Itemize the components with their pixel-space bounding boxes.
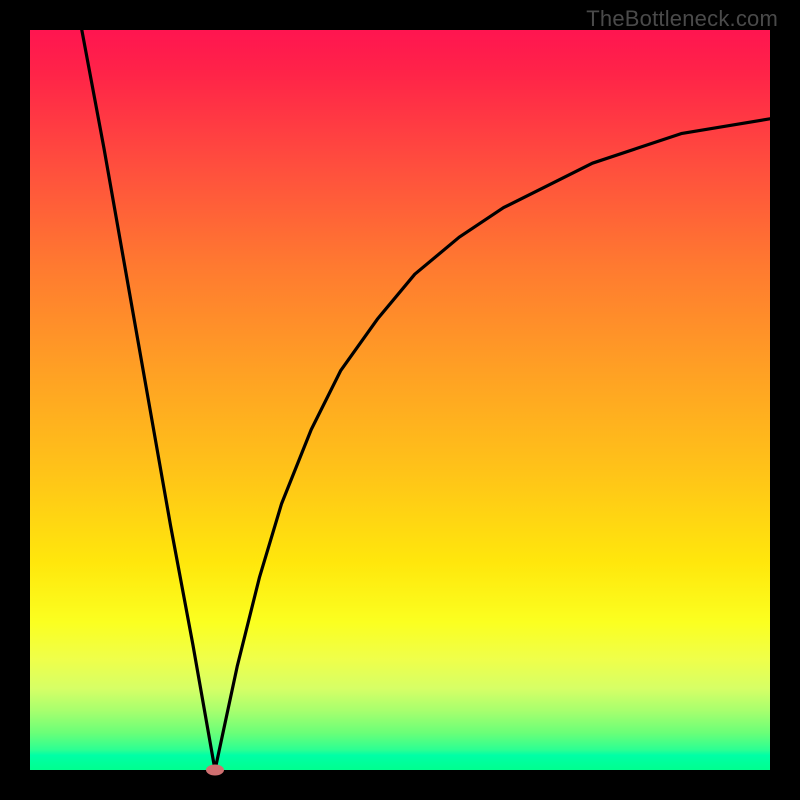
chart-container: TheBottleneck.com xyxy=(0,0,800,800)
watermark-text: TheBottleneck.com xyxy=(586,6,778,32)
plot-area xyxy=(30,30,770,770)
optimum-marker xyxy=(206,765,224,776)
curve-svg xyxy=(30,30,770,770)
bottleneck-curve xyxy=(82,30,770,770)
